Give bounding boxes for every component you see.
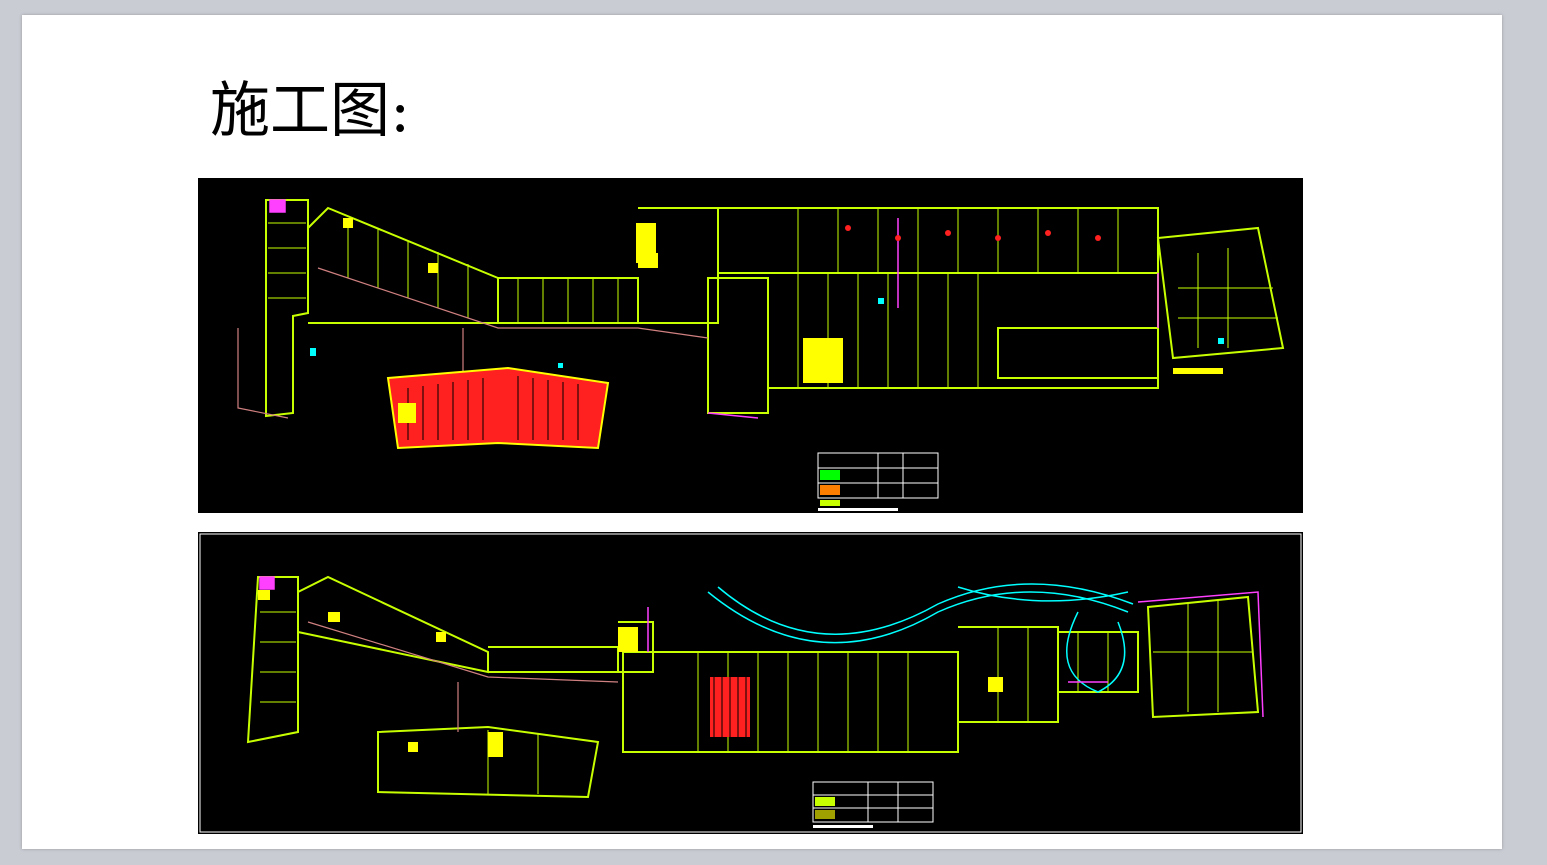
slide-title: 施工图: [210,76,411,146]
floor-plan-graphic [237,199,1285,511]
slide: 施工图: [22,15,1502,849]
floor-plan-graphic [199,533,1302,833]
cad-drawing-first-floor [198,178,1303,513]
cad-drawing-second-floor [198,532,1303,834]
